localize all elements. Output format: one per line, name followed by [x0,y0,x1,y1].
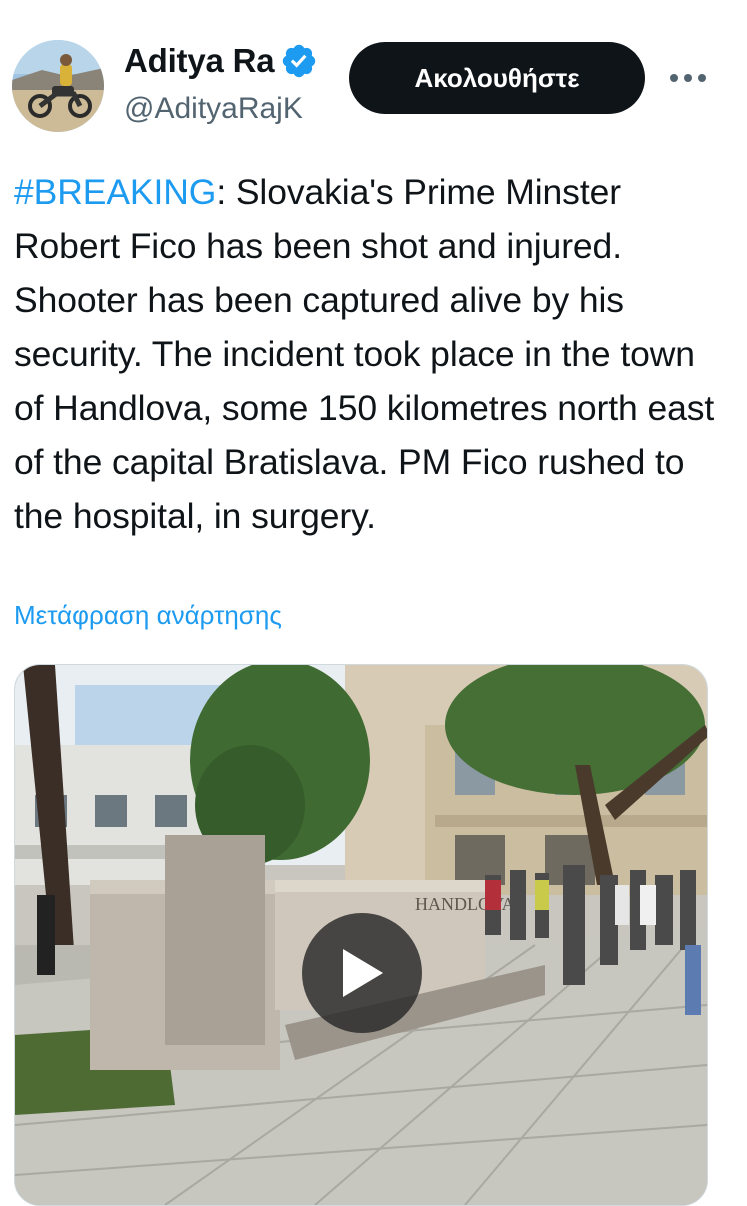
more-options-button[interactable] [660,58,716,98]
tweet-body: : Slovakia's Prime Minster Robert Fico h… [14,172,715,536]
video-player[interactable]: HANDLOVA [14,664,708,1206]
ellipsis-icon [670,74,706,82]
follow-button[interactable]: Ακολουθήστε [349,42,645,114]
verified-badge-icon [280,42,318,80]
hashtag-link[interactable]: #BREAKING [14,172,216,212]
display-name-text[interactable]: Aditya Ra [124,42,275,80]
user-handle[interactable]: @AdityaRajK [124,92,303,126]
translate-post-link[interactable]: Μετάφραση ανάρτησης [14,600,282,631]
tweet-text: #BREAKING: Slovakia's Prime Minster Robe… [14,165,734,543]
motorcycle-rider-avatar [12,40,104,132]
play-icon [343,949,383,997]
tweet-header: Aditya Ra @AdityaRajK Ακολουθήστε [0,0,747,150]
play-button[interactable] [302,913,422,1033]
avatar[interactable] [12,40,104,132]
display-name[interactable]: Aditya Ra [124,42,318,80]
